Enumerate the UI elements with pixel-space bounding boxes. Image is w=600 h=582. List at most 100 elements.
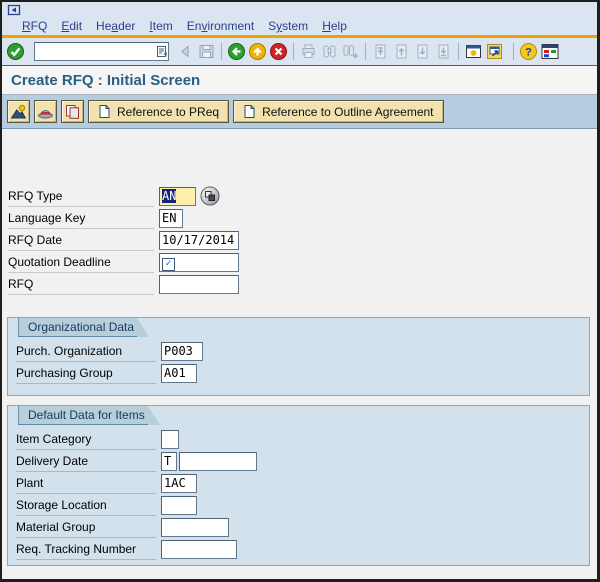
- last-page-icon[interactable]: [433, 41, 454, 62]
- field-row: Purch. Organization P003: [16, 340, 589, 362]
- field-row: RFQ: [8, 273, 239, 295]
- req-tracking-number-field[interactable]: [161, 539, 237, 559]
- menu-item-system[interactable]: System: [261, 18, 315, 34]
- command-field[interactable]: [34, 42, 169, 61]
- field-row: Language Key EN: [8, 207, 239, 229]
- title-bar: Create RFQ : Initial Screen: [2, 66, 597, 95]
- language-key-field[interactable]: EN: [159, 208, 183, 228]
- field-row: RFQ Type AN: [8, 185, 239, 207]
- field-row: Quotation Deadline ✓: [8, 251, 239, 273]
- svg-text:?: ?: [525, 47, 532, 59]
- page-up-icon[interactable]: [391, 41, 412, 62]
- header-details-button[interactable]: [7, 100, 30, 123]
- new-session-icon[interactable]: [463, 41, 484, 62]
- field-row: Req. Tracking Number: [16, 538, 589, 560]
- default-data-groupbox: Default Data for Items Item Category Deli…: [7, 405, 590, 566]
- toolbar-separator: [293, 43, 294, 60]
- window-top-strip: [2, 2, 597, 17]
- find-icon[interactable]: [319, 41, 340, 62]
- item-overview-icon: [38, 109, 53, 119]
- standard-toolbar: ?: [2, 38, 597, 66]
- copy-button[interactable]: [61, 100, 84, 123]
- storage-location-field[interactable]: [161, 495, 197, 515]
- field-row: Delivery Date T: [16, 450, 589, 472]
- selected-value: AN: [162, 188, 177, 203]
- button-label: Reference to Outline Agreement: [262, 104, 434, 119]
- plant-field[interactable]: 1AC: [161, 473, 197, 493]
- cancel-icon[interactable]: [268, 41, 289, 62]
- field-row: Storage Location: [16, 494, 589, 516]
- command-input[interactable]: [35, 43, 155, 60]
- menu-item-environment[interactable]: Environment: [180, 18, 261, 34]
- item-category-field[interactable]: [161, 429, 179, 449]
- reference-to-preq-button[interactable]: Reference to PReq: [88, 100, 230, 123]
- material-group-field[interactable]: [161, 517, 229, 537]
- toolbar-separator: [513, 43, 514, 60]
- group-tab-slant: [137, 318, 150, 337]
- material-group-label: Material Group: [16, 517, 156, 538]
- menu-item-item[interactable]: Item: [142, 18, 179, 34]
- back-icon[interactable]: [226, 41, 247, 62]
- toolbar-separator: [365, 43, 366, 60]
- storage-location-label: Storage Location: [16, 495, 156, 516]
- menu-bar: RFQ Edit Header Item Environment System Help: [2, 17, 597, 35]
- item-overview-button[interactable]: [34, 100, 57, 123]
- organizational-data-groupbox: Organizational Data Purch. Organization P…: [7, 317, 590, 396]
- main-field-group: RFQ Type AN Language Key EN RFQ Date 10/17/20…: [8, 185, 239, 295]
- page-down-icon[interactable]: [412, 41, 433, 62]
- exit-icon[interactable]: [247, 41, 268, 62]
- first-page-icon[interactable]: [370, 41, 391, 62]
- delivery-date-value-field[interactable]: [179, 451, 257, 471]
- save-icon[interactable]: [196, 41, 217, 62]
- language-key-label: Language Key: [8, 208, 154, 229]
- required-entry-icon: ✓: [162, 257, 175, 271]
- rfq-type-field[interactable]: AN: [159, 186, 196, 206]
- req-tracking-number-label: Req. Tracking Number: [16, 539, 156, 560]
- field-row: Item Category: [16, 428, 589, 450]
- reference-to-outline-agreement-button[interactable]: Reference to Outline Agreement: [233, 100, 444, 123]
- field-row: Material Group: [16, 516, 589, 538]
- create-shortcut-icon[interactable]: [484, 41, 505, 62]
- enter-icon[interactable]: [5, 41, 26, 62]
- rfq-date-field[interactable]: 10/17/2014: [159, 230, 239, 250]
- page-title: Create RFQ : Initial Screen: [11, 71, 201, 89]
- group-title: Default Data for Items: [18, 406, 148, 425]
- group-tab: Default Data for Items: [8, 406, 589, 425]
- purch-organization-field[interactable]: P003: [161, 341, 203, 361]
- rfq-field[interactable]: [159, 274, 239, 294]
- find-next-icon[interactable]: [340, 41, 361, 62]
- group-tab-slant: [147, 406, 160, 425]
- menu-item-help[interactable]: Help: [315, 18, 354, 34]
- quotation-deadline-label: Quotation Deadline: [8, 252, 154, 273]
- print-icon[interactable]: [298, 41, 319, 62]
- group-title: Organizational Data: [18, 318, 138, 337]
- delivery-date-field[interactable]: T: [161, 451, 177, 471]
- menu-item-header[interactable]: Header: [89, 18, 142, 34]
- command-list-icon: [157, 46, 167, 57]
- purchasing-group-field[interactable]: A01: [161, 363, 197, 383]
- rfq-type-label: RFQ Type: [8, 186, 154, 207]
- purchasing-group-label: Purchasing Group: [16, 363, 156, 384]
- toolbar-separator: [458, 43, 459, 60]
- rfq-date-label: RFQ Date: [8, 230, 154, 251]
- help-icon[interactable]: ?: [518, 41, 539, 62]
- field-row: RFQ Date 10/17/2014: [8, 229, 239, 251]
- hide-command-field-icon[interactable]: [175, 41, 196, 62]
- purch-organization-label: Purch. Organization: [16, 341, 156, 362]
- field-row: Plant 1AC: [16, 472, 589, 494]
- rfq-type-matchcode-button[interactable]: [200, 186, 220, 206]
- plant-label: Plant: [16, 473, 156, 494]
- field-row: Purchasing Group A01: [16, 362, 589, 384]
- menu-item-rfq[interactable]: RFQ: [15, 18, 54, 34]
- button-label: Reference to PReq: [117, 104, 220, 119]
- document-icon: [99, 105, 110, 118]
- main-content: RFQ Type AN Language Key EN RFQ Date 10/17/20…: [2, 129, 597, 579]
- group-tab: Organizational Data: [8, 318, 589, 337]
- quotation-deadline-field[interactable]: ✓: [159, 252, 239, 272]
- customize-layout-icon[interactable]: [539, 41, 560, 62]
- toolbar-separator: [221, 43, 222, 60]
- application-toolbar: Reference to PReq Reference to Outline A…: [2, 95, 597, 129]
- menu-item-edit[interactable]: Edit: [54, 18, 89, 34]
- item-category-label: Item Category: [16, 429, 156, 450]
- copy-icon: [66, 105, 79, 119]
